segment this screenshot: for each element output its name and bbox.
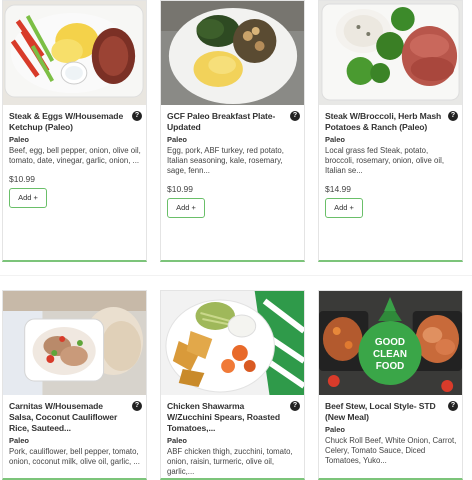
diet-tag: Paleo <box>167 135 188 144</box>
product-card[interactable]: Chicken Shawarma W/Zucchini Spears, Roas… <box>160 290 305 480</box>
product-title[interactable]: Chicken Shawarma W/Zucchini Spears, Roas… <box>167 401 299 434</box>
product-image[interactable]: GOOD CLEAN FOOD <box>319 291 462 395</box>
product-card[interactable]: Steak W/Broccoli, Herb Mash Potatoes & R… <box>318 0 463 262</box>
ingredients-text: Beef, egg, bell pepper, onion, olive oil… <box>9 146 141 165</box>
product-title[interactable]: Steak & Eggs W/Housemade Ketchup (Paleo) <box>9 111 141 133</box>
product-title[interactable]: Carnitas W/Housemade Salsa, Coconut Caul… <box>9 401 141 434</box>
ingredients-text: Pork, cauliflower, bell pepper, tomato, … <box>9 447 140 466</box>
info-icon[interactable]: ? <box>132 111 142 121</box>
product-card[interactable]: Steak & Eggs W/Housemade Ketchup (Paleo)… <box>2 0 147 262</box>
add-to-cart-button[interactable]: Add + <box>325 198 363 218</box>
info-icon[interactable]: ? <box>448 111 458 121</box>
diet-tag: Paleo <box>325 425 346 434</box>
brand-logo-text: FOOD <box>376 361 404 372</box>
diet-tag: Paleo <box>325 135 346 144</box>
brand-logo-text: GOOD <box>375 337 405 348</box>
ingredients-text: Egg, pork, ABF turkey, red potato, Itali… <box>167 146 284 175</box>
product-card[interactable]: GCF Paleo Breakfast Plate-Updated ? Pale… <box>160 0 305 262</box>
ingredients-text: ABF chicken thigh, zucchini, tomato, oni… <box>167 447 293 476</box>
info-icon[interactable]: ? <box>290 111 300 121</box>
product-card[interactable]: GOOD CLEAN FOOD Beef Stew, Local Style- … <box>318 290 463 480</box>
product-title[interactable]: Steak W/Broccoli, Herb Mash Potatoes & R… <box>325 111 457 133</box>
product-image[interactable] <box>3 1 146 105</box>
product-card[interactable]: Carnitas W/Housemade Salsa, Coconut Caul… <box>2 290 147 480</box>
info-icon[interactable]: ? <box>290 401 300 411</box>
product-image[interactable] <box>161 291 304 395</box>
ingredients-text: Local grass fed Steak, potato, broccoli,… <box>325 146 445 175</box>
diet-tag: Paleo <box>167 436 188 445</box>
row-divider <box>0 275 472 276</box>
add-to-cart-button[interactable]: Add + <box>9 188 47 208</box>
diet-tag: Paleo <box>9 135 30 144</box>
product-price: $10.99 <box>167 184 193 194</box>
product-image[interactable] <box>3 291 146 395</box>
ingredients-text: Chuck Roll Beef, White Onion, Carrot, Ce… <box>325 436 457 465</box>
brand-logo-text: CLEAN <box>373 349 407 360</box>
product-image[interactable] <box>161 1 304 105</box>
product-title[interactable]: GCF Paleo Breakfast Plate-Updated <box>167 111 299 133</box>
product-price: $14.99 <box>325 184 351 194</box>
info-icon[interactable]: ? <box>448 401 458 411</box>
product-price: $10.99 <box>9 174 35 184</box>
product-grid: Steak & Eggs W/Housemade Ketchup (Paleo)… <box>0 0 472 480</box>
add-to-cart-button[interactable]: Add + <box>167 198 205 218</box>
product-image[interactable] <box>319 1 462 105</box>
info-icon[interactable]: ? <box>132 401 142 411</box>
product-title[interactable]: Beef Stew, Local Style- STD (New Meal) <box>325 401 457 423</box>
diet-tag: Paleo <box>9 436 30 445</box>
